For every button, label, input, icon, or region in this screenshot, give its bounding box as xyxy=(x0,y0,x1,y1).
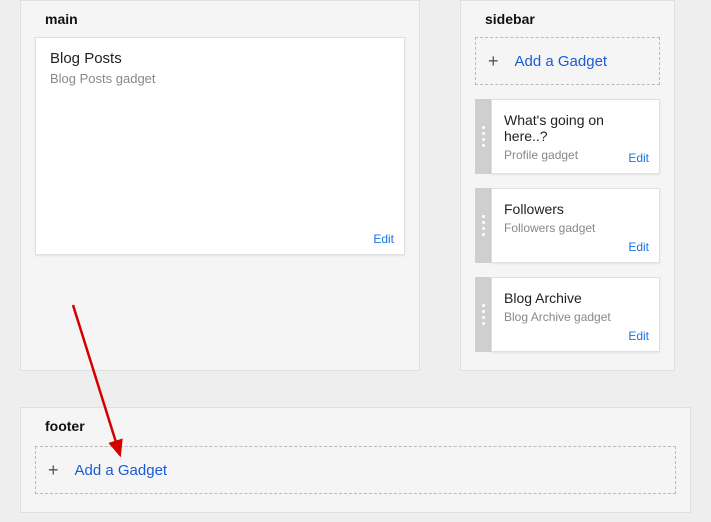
sidebar-section: sidebar + Add a Gadget What's going on h… xyxy=(460,0,675,371)
gadget-title: Followers xyxy=(504,201,647,217)
drag-dots-icon xyxy=(482,126,485,147)
blog-posts-card: Blog Posts Blog Posts gadget Edit xyxy=(35,37,405,255)
gadget-title: Blog Archive xyxy=(504,290,647,306)
main-title: main xyxy=(35,5,405,37)
gadget-edit[interactable]: Edit xyxy=(628,240,649,254)
sidebar-gadget-0: What's going on here..? Profile gadget E… xyxy=(475,99,660,174)
blog-posts-sub: Blog Posts gadget xyxy=(50,71,390,86)
gadget-title: What's going on here..? xyxy=(504,112,647,144)
sidebar-add-gadget[interactable]: + Add a Gadget xyxy=(475,37,660,85)
gadget-sub: Profile gadget xyxy=(504,148,647,162)
drag-handle[interactable] xyxy=(475,277,491,352)
gadget-edit[interactable]: Edit xyxy=(628,151,649,165)
gadget-sub: Blog Archive gadget xyxy=(504,310,647,324)
drag-dots-icon xyxy=(482,304,485,325)
drag-dots-icon xyxy=(482,215,485,236)
main-section: main Blog Posts Blog Posts gadget Edit xyxy=(20,0,420,371)
footer-title: footer xyxy=(35,412,676,446)
footer-section: footer + Add a Gadget xyxy=(20,407,691,513)
gadget-card: What's going on here..? Profile gadget E… xyxy=(491,99,660,174)
sidebar-gadget-2: Blog Archive Blog Archive gadget Edit xyxy=(475,277,660,352)
footer-add-label: Add a Gadget xyxy=(75,462,168,479)
plus-icon: + xyxy=(488,52,499,70)
drag-handle[interactable] xyxy=(475,188,491,263)
sidebar-title: sidebar xyxy=(475,5,660,37)
plus-icon: + xyxy=(48,461,59,479)
blog-posts-title: Blog Posts xyxy=(50,50,390,67)
blog-posts-edit[interactable]: Edit xyxy=(373,232,394,246)
gadget-card: Followers Followers gadget Edit xyxy=(491,188,660,263)
gadget-edit[interactable]: Edit xyxy=(628,329,649,343)
gadget-sub: Followers gadget xyxy=(504,221,647,235)
sidebar-add-label: Add a Gadget xyxy=(515,53,608,70)
drag-handle[interactable] xyxy=(475,99,491,174)
sidebar-gadget-1: Followers Followers gadget Edit xyxy=(475,188,660,263)
footer-add-gadget[interactable]: + Add a Gadget xyxy=(35,446,676,494)
gadget-card: Blog Archive Blog Archive gadget Edit xyxy=(491,277,660,352)
